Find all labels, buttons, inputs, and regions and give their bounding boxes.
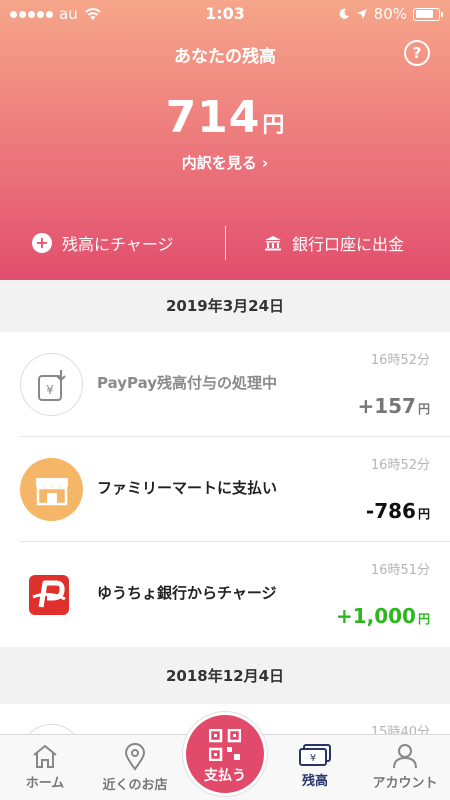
transaction-title: ファミリーマートに支払い <box>97 479 278 497</box>
plus-icon: + <box>32 233 52 253</box>
charge-button[interactable]: + 残高にチャージ <box>32 224 174 262</box>
qr-code-icon <box>209 729 241 761</box>
tab-account[interactable]: アカウント <box>360 735 450 800</box>
balance-value: 714 <box>165 92 261 143</box>
svg-text:¥: ¥ <box>46 383 54 397</box>
balance-amount: 714円 <box>0 92 450 143</box>
tab-home-label: ホーム <box>25 776 65 791</box>
status-bar: au 1:03 80% <box>0 0 450 28</box>
actions-divider <box>225 226 226 260</box>
bank-icon <box>265 236 281 251</box>
withdraw-button[interactable]: 銀行口座に出金 <box>264 224 404 262</box>
wallet-card-icon: ¥ <box>299 744 331 766</box>
tab-nearby-label: 近くのお店 <box>102 778 168 793</box>
balance-actions: + 残高にチャージ 銀行口座に出金 <box>0 224 450 262</box>
page-title: あなたの残高 <box>174 47 276 67</box>
transaction-row[interactable]: ¥ PayPay残高付与の処理中 16時52分 +157 円 <box>20 332 450 437</box>
transaction-amount: +1,000 円 <box>336 604 430 628</box>
amount-unit: 円 <box>417 507 430 521</box>
tab-nearby[interactable]: 近くのお店 <box>90 735 180 800</box>
amount-value: -786 <box>365 499 416 523</box>
transaction-title: ゆうちょ銀行からチャージ <box>97 584 277 602</box>
moon-icon <box>339 8 349 19</box>
amount-value: +1,000 <box>335 604 416 628</box>
transaction-row[interactable]: ゆうちょ銀行からチャージ 16時51分 +1,000 円 <box>20 542 450 647</box>
balance-header: au 1:03 80% あなたの残高 ? 714円 内訳を見る › + 残高にチ… <box>0 0 450 280</box>
store-icon <box>20 458 83 521</box>
map-pin-icon <box>124 743 146 771</box>
home-icon <box>33 744 57 768</box>
paypay-logo-icon <box>20 563 83 626</box>
tab-account-label: アカウント <box>372 776 438 791</box>
transaction-amount: +157 円 <box>357 394 430 418</box>
withdraw-label: 銀行口座に出金 <box>292 235 405 254</box>
amount-unit: 円 <box>417 402 430 416</box>
charge-label: 残高にチャージ <box>62 235 174 254</box>
transaction-time: 16時52分 <box>370 458 430 473</box>
location-arrow-icon <box>356 9 367 19</box>
tab-home[interactable]: ホーム <box>0 735 90 800</box>
transaction-time: 16時52分 <box>370 353 430 368</box>
transaction-amount: -786 円 <box>366 499 430 523</box>
user-icon <box>393 744 417 769</box>
help-icon[interactable]: ? <box>404 40 430 66</box>
transaction-title: PayPay残高付与の処理中 <box>97 374 278 392</box>
transaction-time: 16時51分 <box>370 563 430 578</box>
pay-button[interactable]: 支払う <box>183 712 267 796</box>
amount-value: +157 <box>357 394 416 418</box>
tab-balance-label: 残高 <box>301 774 328 789</box>
pending-yen-icon: ¥ <box>20 353 83 416</box>
battery-percent: 80% <box>373 5 407 23</box>
battery-icon <box>413 7 443 21</box>
tab-balance[interactable]: ¥ 残高 <box>270 735 360 800</box>
breakdown-link[interactable]: 内訳を見る › <box>0 152 450 173</box>
transaction-row[interactable]: ファミリーマートに支払い 16時52分 -786 円 <box>20 437 450 542</box>
transaction-list: ¥ PayPay残高付与の処理中 16時52分 +157 円 ファミリーマートに支… <box>0 332 450 647</box>
date-header: 2019年3月24日 <box>0 280 450 332</box>
svg-text:¥: ¥ <box>310 753 316 764</box>
amount-unit: 円 <box>417 612 430 626</box>
date-header: 2018年12月4日 <box>0 650 450 702</box>
balance-unit: 円 <box>262 113 285 138</box>
pay-button-label: 支払う <box>204 768 246 784</box>
